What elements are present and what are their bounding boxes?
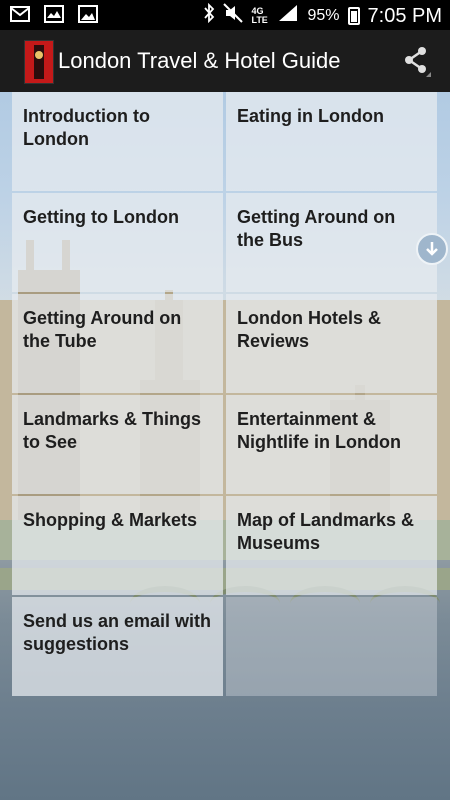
signal-icon: [277, 3, 299, 29]
scroll-down-button[interactable]: [416, 233, 448, 265]
menu-item-landmarks[interactable]: Landmarks & Things to See: [12, 395, 223, 494]
battery-percentage: 95%: [307, 7, 340, 24]
menu-item-map[interactable]: Map of Landmarks & Museums: [226, 496, 437, 595]
menu-item-label: Introduction to London: [23, 106, 150, 149]
menu-item-label: Eating in London: [237, 106, 384, 126]
big-ben-icon[interactable]: [24, 40, 54, 84]
menu-item-label: Getting Around on the Bus: [237, 207, 396, 250]
menu-item-label: Shopping & Markets: [23, 510, 198, 530]
image-icon: [78, 5, 98, 23]
menu-item-entertainment[interactable]: Entertainment & Nightlife in London: [226, 395, 437, 494]
menu-item-shopping[interactable]: Shopping & Markets: [12, 496, 223, 595]
menu-item-label: Send us an email with suggestions: [23, 611, 212, 654]
bluetooth-icon: [203, 2, 215, 29]
arrow-down-icon: [426, 242, 438, 256]
share-icon[interactable]: [402, 44, 432, 78]
menu-item-tube[interactable]: Getting Around on the Tube: [12, 294, 223, 393]
menu-grid: Introduction to London Eating in London …: [12, 92, 438, 696]
menu-item-label: Getting Around on the Tube: [23, 308, 182, 351]
menu-item-email-suggestions[interactable]: Send us an email with suggestions: [12, 597, 223, 696]
menu-item-label: Getting to London: [23, 207, 179, 227]
menu-item-hotels[interactable]: London Hotels & Reviews: [226, 294, 437, 393]
mute-icon: [223, 3, 244, 29]
menu-item-bus[interactable]: Getting Around on the Bus: [226, 193, 437, 292]
menu-item-eating[interactable]: Eating in London: [226, 92, 437, 191]
gallery-icon: [44, 5, 64, 23]
app-bar: London Travel & Hotel Guide: [0, 30, 450, 92]
clock-time: 7:05 PM: [367, 4, 442, 27]
mail-icon: [10, 5, 30, 23]
menu-item-getting-to-london[interactable]: Getting to London: [12, 193, 223, 292]
menu-item-label: Landmarks & Things to See: [23, 409, 202, 452]
menu-item-introduction[interactable]: Introduction to London: [12, 92, 223, 191]
menu-item-label: Entertainment & Nightlife in London: [237, 409, 401, 452]
battery-icon: [347, 7, 360, 25]
menu-item-label: London Hotels & Reviews: [237, 308, 381, 351]
empty-tile: [226, 597, 437, 696]
menu-item-label: Map of Landmarks & Museums: [237, 510, 415, 553]
app-title: London Travel & Hotel Guide: [58, 48, 341, 73]
network-type-label: 4G LTE: [251, 6, 268, 25]
status-bar: 4G LTE 95% 7:05 PM: [0, 0, 450, 30]
